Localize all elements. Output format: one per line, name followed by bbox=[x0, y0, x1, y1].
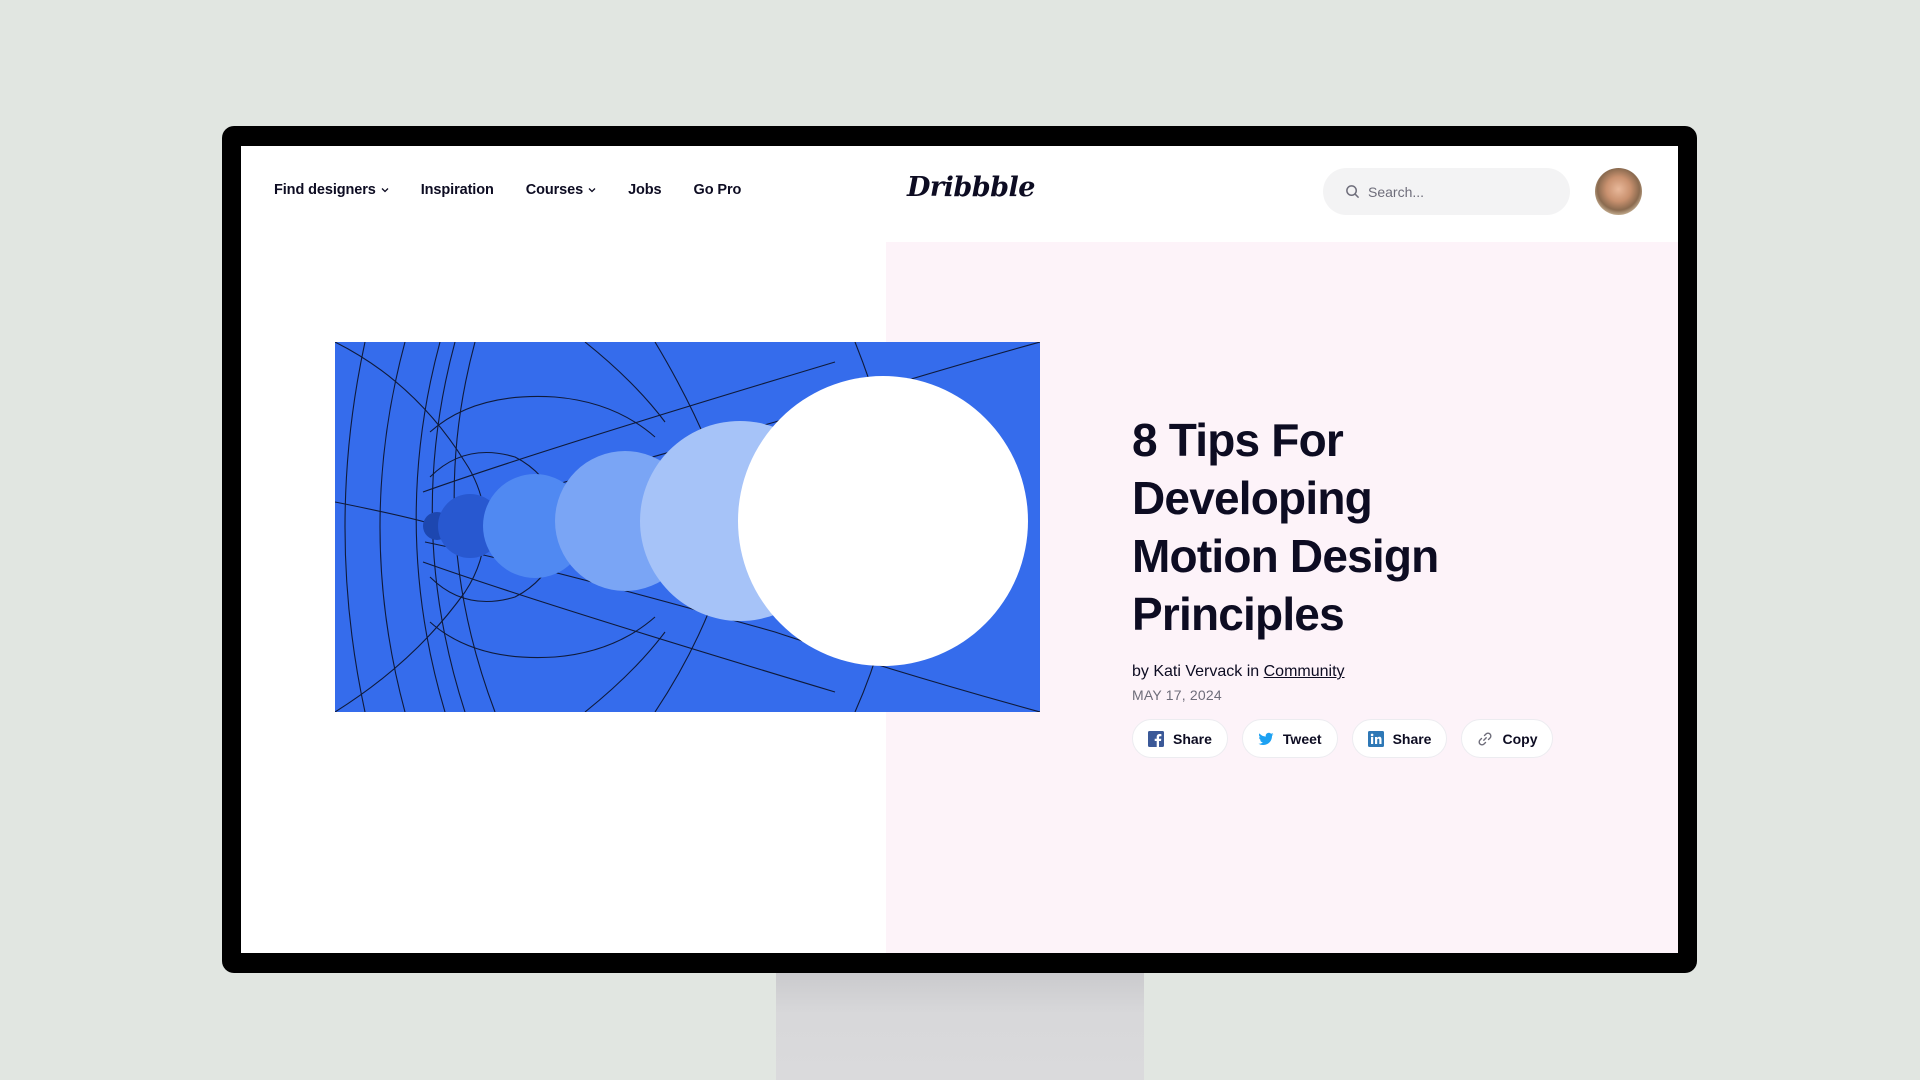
user-avatar[interactable] bbox=[1595, 168, 1642, 215]
nav-link-label: Courses bbox=[525, 182, 584, 198]
top-nav: Find designers Inspiration Courses Jobs … bbox=[241, 146, 1678, 242]
motion-circles-graphic bbox=[335, 342, 1040, 712]
nav-find-designers[interactable]: Find designers bbox=[274, 182, 389, 198]
link-icon bbox=[1477, 731, 1493, 747]
search-box[interactable] bbox=[1323, 168, 1570, 215]
share-buttons: Share Tweet Share Copy bbox=[1132, 719, 1554, 758]
share-label: Share bbox=[1392, 730, 1432, 747]
article-header: 8 Tips For Developing Motion Design Prin… bbox=[1132, 411, 1554, 758]
facebook-share-button[interactable]: Share bbox=[1132, 719, 1228, 758]
nav-link-label: Jobs bbox=[628, 182, 662, 198]
title-line: Developing bbox=[1132, 472, 1373, 524]
share-label: Copy bbox=[1502, 730, 1538, 747]
circle-6 bbox=[738, 376, 1028, 666]
copy-link-button[interactable]: Copy bbox=[1461, 719, 1554, 758]
nav-courses[interactable]: Courses bbox=[526, 182, 596, 198]
nav-link-label: Inspiration bbox=[420, 182, 494, 198]
search-input[interactable] bbox=[1368, 183, 1548, 200]
nav-jobs[interactable]: Jobs bbox=[628, 182, 662, 198]
linkedin-icon bbox=[1367, 730, 1384, 747]
title-line: Principles bbox=[1132, 588, 1345, 640]
title-line: Motion Design bbox=[1132, 530, 1439, 582]
search-icon bbox=[1346, 185, 1360, 199]
nav-link-label: Go Pro bbox=[693, 182, 742, 198]
nav-inspiration[interactable]: Inspiration bbox=[421, 182, 494, 198]
title-line: 8 Tips For bbox=[1132, 414, 1344, 466]
linkedin-share-button[interactable]: Share bbox=[1351, 719, 1448, 758]
monitor-stand bbox=[776, 970, 1144, 1080]
publish-date: MAY 17, 2024 bbox=[1132, 687, 1222, 703]
monitor-frame: Find designers Inspiration Courses Jobs … bbox=[222, 126, 1697, 973]
browser-screen: Find designers Inspiration Courses Jobs … bbox=[241, 146, 1678, 953]
share-label: Share bbox=[1173, 730, 1212, 747]
article-title: 8 Tips For Developing Motion Design Prin… bbox=[1132, 411, 1552, 643]
twitter-icon bbox=[1258, 731, 1274, 747]
nav-links: Find designers Inspiration Courses Jobs … bbox=[274, 182, 773, 198]
byline: by Kati Vervack in Community bbox=[1132, 663, 1552, 681]
nav-link-label: Find designers bbox=[274, 182, 376, 198]
share-label: Tweet bbox=[1282, 730, 1322, 747]
byline-author: by Kati Vervack in bbox=[1132, 663, 1260, 680]
chevron-down-icon bbox=[588, 188, 596, 193]
category-link[interactable]: Community bbox=[1264, 663, 1345, 680]
dribbble-logo[interactable]: Dribbble bbox=[907, 172, 1035, 203]
nav-go-pro[interactable]: Go Pro bbox=[694, 182, 742, 198]
hero-illustration bbox=[335, 342, 1040, 712]
twitter-tweet-button[interactable]: Tweet bbox=[1241, 719, 1338, 758]
facebook-icon bbox=[1148, 730, 1164, 747]
chevron-down-icon bbox=[381, 188, 389, 193]
